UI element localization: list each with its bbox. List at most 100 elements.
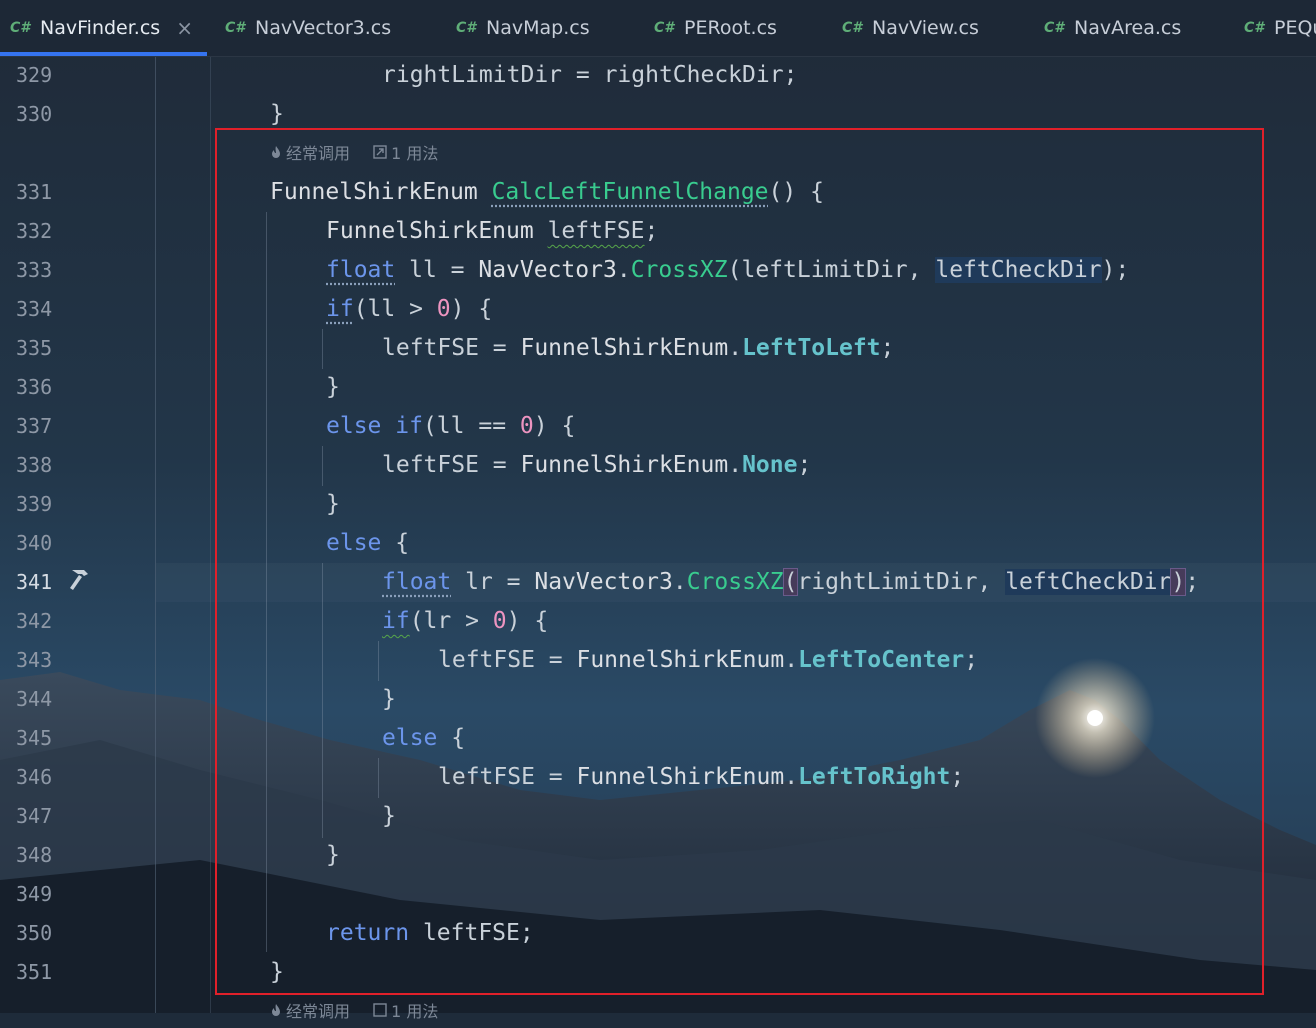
code-line-337: else if(ll == 0) { xyxy=(326,407,575,446)
tab-navmap[interactable]: C# NavMap.cs xyxy=(456,0,590,56)
tab-peroot[interactable]: C# PERoot.cs xyxy=(654,0,777,56)
line-number: 338 xyxy=(16,453,53,477)
line-number: 346 xyxy=(16,765,53,789)
usages-label: 1 用法 xyxy=(391,144,439,163)
token: FunnelShirkEnum xyxy=(270,179,478,205)
token: LeftToCenter xyxy=(798,647,965,673)
token: ; xyxy=(783,62,798,88)
usages-icon xyxy=(373,138,387,170)
line-number: 336 xyxy=(16,375,53,399)
token: return xyxy=(326,920,410,946)
tab-navarea[interactable]: C# NavArea.cs xyxy=(1044,0,1181,56)
token: (leftLimitDir, xyxy=(727,257,936,283)
code-line-341: float lr = NavVector3.CrossXZ(rightLimit… xyxy=(382,563,1199,602)
usages-label: 1 用法 xyxy=(391,1002,439,1021)
line-number: 348 xyxy=(16,843,53,867)
tab-label: NavArea.cs xyxy=(1074,17,1182,39)
token: leftFSE = xyxy=(438,647,577,673)
token: CrossXZ xyxy=(686,569,784,595)
code-vision-hint[interactable]: 经常调用 1 用法 xyxy=(270,138,438,170)
token: leftFSE = xyxy=(438,764,577,790)
token: { xyxy=(437,725,466,751)
code-line-342: if(lr > 0) { xyxy=(382,602,548,641)
code-line-329: rightLimitDir = rightCheckDir; xyxy=(382,56,797,95)
indent-guide xyxy=(322,563,323,838)
frequent-call-label: 经常调用 xyxy=(286,1002,351,1021)
tab-label: NavFinder.cs xyxy=(40,17,161,39)
token: ll = xyxy=(395,257,479,283)
token: else xyxy=(326,413,382,439)
token: ) { xyxy=(533,413,576,439)
csharp-file-icon: C# xyxy=(10,20,31,36)
token: ; xyxy=(964,647,979,673)
line-number: 351 xyxy=(16,960,53,984)
token: leftFSE; xyxy=(409,920,534,946)
code-line-346: leftFSE = FunnelShirkEnum.LeftToRight; xyxy=(438,758,964,797)
indent-guide xyxy=(322,329,323,369)
token: = xyxy=(562,62,604,88)
flame-icon xyxy=(270,996,282,1028)
close-icon[interactable]: × xyxy=(176,16,193,40)
tab-pequ[interactable]: C# PEQu xyxy=(1244,0,1316,56)
token: } xyxy=(326,842,340,868)
csharp-file-icon: C# xyxy=(654,20,675,36)
code-line-333: float ll = NavVector3.CrossXZ(leftLimitD… xyxy=(326,251,1129,290)
token: } xyxy=(270,959,284,985)
code-line-343: leftFSE = FunnelShirkEnum.LeftToCenter; xyxy=(438,641,978,680)
token: ; xyxy=(1185,569,1200,595)
code-line-344: } xyxy=(382,680,396,719)
code-line-340: else { xyxy=(326,524,409,563)
token: None xyxy=(742,452,798,478)
tab-label: PEQu xyxy=(1274,17,1316,39)
token: (ll == xyxy=(422,413,520,439)
line-number: 332 xyxy=(16,219,53,243)
token: NavVector3 xyxy=(534,569,673,595)
token: else xyxy=(326,530,382,556)
token: CalcLeftFunnelChange xyxy=(491,179,769,205)
token: . xyxy=(784,647,799,673)
line-number: 340 xyxy=(16,531,53,555)
line-number: 343 xyxy=(16,648,53,672)
token: (ll > xyxy=(353,296,437,322)
line-number: 335 xyxy=(16,336,53,360)
code-line-339: } xyxy=(326,485,340,524)
line-number: 347 xyxy=(16,804,53,828)
tab-navvector3[interactable]: C# NavVector3.cs xyxy=(225,0,391,56)
token: ( xyxy=(782,568,799,596)
active-tab-indicator xyxy=(0,52,207,56)
token: float xyxy=(326,257,396,283)
token: FunnelShirkEnum xyxy=(520,452,729,478)
token: CrossXZ xyxy=(630,257,728,283)
token: ; xyxy=(880,335,895,361)
token: } xyxy=(382,686,396,712)
code-line-334: if(ll > 0) { xyxy=(326,290,492,329)
hammer-icon[interactable] xyxy=(66,566,94,594)
line-number: 344 xyxy=(16,687,53,711)
code-line-350: return leftFSE; xyxy=(326,914,534,953)
token: ; xyxy=(797,452,812,478)
token: } xyxy=(270,101,284,127)
token: if xyxy=(382,608,410,634)
code-line-351: } xyxy=(270,953,284,992)
line-number: 330 xyxy=(16,102,53,126)
code-vision-hint-next[interactable]: 经常调用 1 用法 xyxy=(270,996,438,1028)
line-number-current: 341 xyxy=(16,570,53,594)
token: 0 xyxy=(492,608,507,634)
token: rightCheckDir xyxy=(603,62,784,88)
token: . xyxy=(784,764,799,790)
indent-guide xyxy=(378,641,379,681)
line-number: 345 xyxy=(16,726,53,750)
folding-separator xyxy=(210,56,211,1013)
tab-navview[interactable]: C# NavView.cs xyxy=(842,0,979,56)
tab-navfinder[interactable]: C# NavFinder.cs × xyxy=(0,0,207,56)
frequent-call-label: 经常调用 xyxy=(286,144,351,163)
token: () { xyxy=(768,179,824,205)
token: } xyxy=(326,374,340,400)
token: } xyxy=(382,803,396,829)
token: rightLimitDir xyxy=(382,62,563,88)
token: leftCheckDir xyxy=(1005,569,1172,595)
token: . xyxy=(728,335,743,361)
